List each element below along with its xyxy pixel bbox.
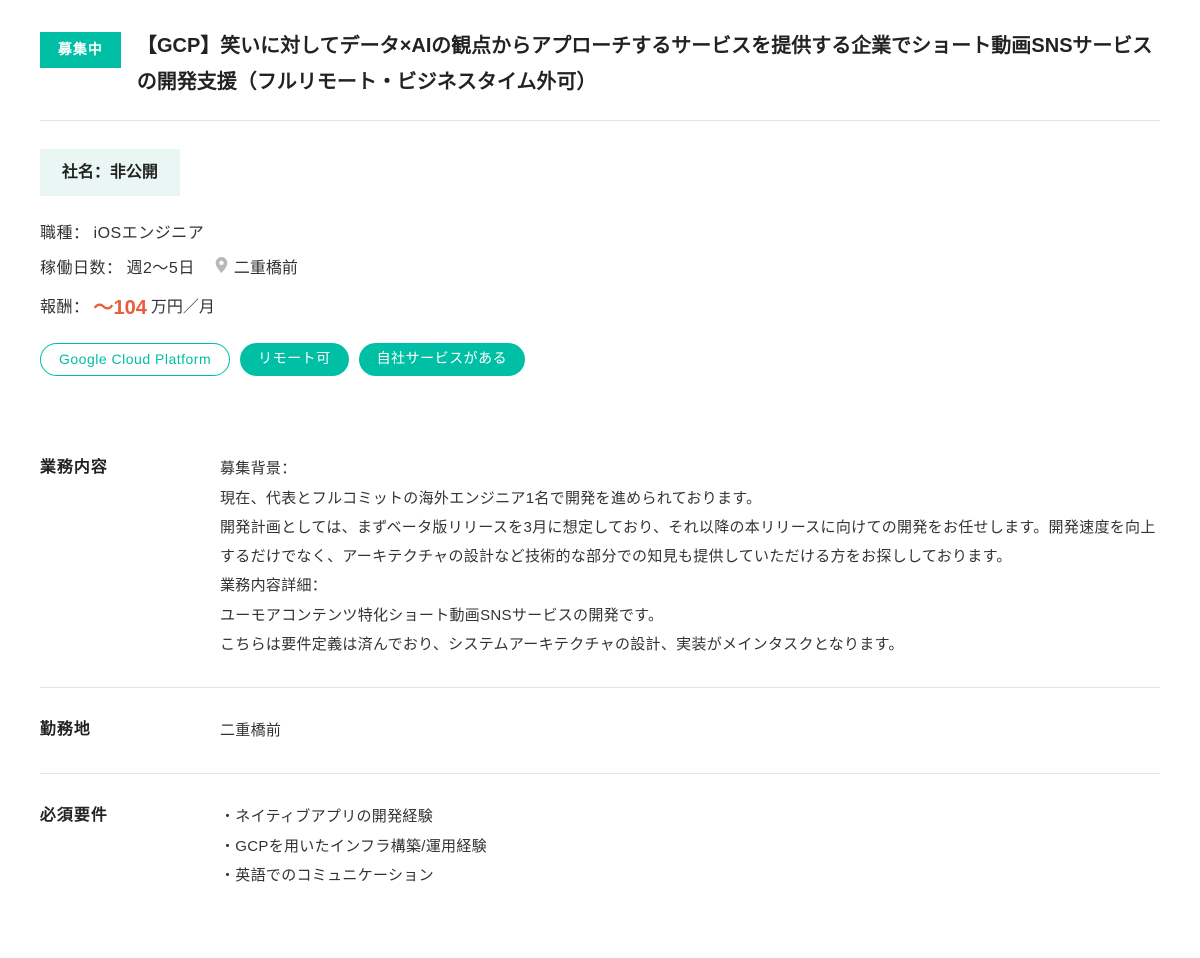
job-posting-page: 募集中 【GCP】笑いに対してデータ×AIの観点からアプローチするサービスを提供… [0,0,1200,958]
meta-salary: 報酬：〜104万円／月 [40,291,1160,325]
job-text-line: 業務内容詳細： [220,571,1160,600]
section-label-job: 業務内容 [40,454,200,659]
tag-list: Google Cloud Platform リモート可 自社サービスがある [40,343,1160,377]
header-row: 募集中 【GCP】笑いに対してデータ×AIの観点からアプローチするサービスを提供… [40,28,1160,121]
tag-tech[interactable]: Google Cloud Platform [40,343,230,377]
meta-role-value: iOSエンジニア [94,220,205,247]
section-body-job: 募集背景： 現在、代表とフルコミットの海外エンジニア1名で開発を進められておりま… [220,454,1160,659]
meta-role-label: 職種： [40,220,90,247]
meta-location: 二重橋前 [234,255,298,282]
location-pin-icon [215,255,228,282]
section-location: 勤務地 二重橋前 [40,688,1160,774]
meta-salary-value: 〜104 [94,291,147,325]
section-job-description: 業務内容 募集背景： 現在、代表とフルコミットの海外エンジニア1名で開発を進めら… [40,426,1160,688]
section-body-location: 二重橋前 [220,716,1160,745]
req-line: ・ネイティブアプリの開発経験 [220,802,1160,831]
section-body-requirements: ・ネイティブアプリの開発経験 ・GCPを用いたインフラ構築/運用経験 ・英語での… [220,802,1160,890]
meta-days: 稼働日数：週2〜5日 二重橋前 [40,255,1160,282]
job-text-line: ユーモアコンテンツ特化ショート動画SNSサービスの開発です。 [220,601,1160,630]
meta-days-value: 週2〜5日 [127,255,195,282]
company-name-box: 社名：非公開 [40,149,180,196]
meta-days-label: 稼働日数： [40,255,123,282]
job-text-line: 開発計画としては、まずベータ版リリースを3月に想定しており、それ以降の本リリース… [220,513,1160,572]
section-label-location: 勤務地 [40,716,200,745]
job-text-line: 募集背景： [220,454,1160,483]
meta-list: 職種：iOSエンジニア 稼働日数：週2〜5日 二重橋前 報酬：〜104万円／月 [40,220,1160,324]
tag-remote[interactable]: リモート可 [240,343,349,377]
job-text-line: 現在、代表とフルコミットの海外エンジニア1名で開発を進められております。 [220,484,1160,513]
tag-own-service[interactable]: 自社サービスがある [359,343,526,377]
section-label-requirements: 必須要件 [40,802,200,890]
req-line: ・英語でのコミュニケーション [220,861,1160,890]
page-title: 【GCP】笑いに対してデータ×AIの観点からアプローチするサービスを提供する企業… [137,28,1160,100]
meta-salary-label: 報酬： [40,294,90,321]
meta-salary-unit: 万円／月 [151,294,215,321]
status-badge: 募集中 [40,32,121,68]
meta-role: 職種：iOSエンジニア [40,220,1160,247]
req-line: ・GCPを用いたインフラ構築/運用経験 [220,832,1160,861]
job-text-line: こちらは要件定義は済んでおり、システムアーキテクチャの設計、実装がメインタスクと… [220,630,1160,659]
section-requirements: 必須要件 ・ネイティブアプリの開発経験 ・GCPを用いたインフラ構築/運用経験 … [40,774,1160,918]
